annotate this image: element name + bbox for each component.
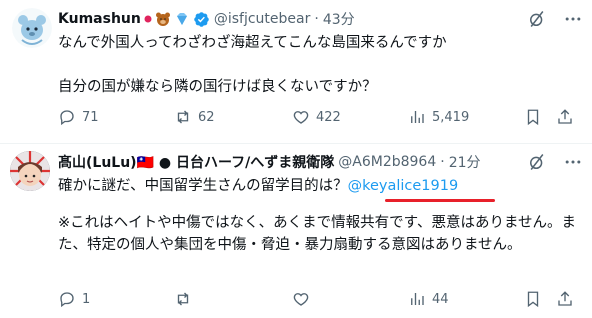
avatar[interactable] bbox=[12, 8, 52, 48]
more-options-icon[interactable] bbox=[563, 9, 583, 29]
like-count: 422 bbox=[316, 109, 341, 125]
share-button[interactable] bbox=[556, 290, 574, 308]
share-icon bbox=[558, 109, 572, 124]
views-button[interactable]: 44 bbox=[408, 290, 449, 308]
views-count: 5,419 bbox=[432, 109, 470, 125]
tweet-header: Kumashun @isfjcutebear · 43分 bbox=[58, 9, 522, 29]
views-chart-icon bbox=[411, 111, 424, 123]
separator-dot: · bbox=[440, 154, 445, 170]
display-name[interactable]: 髙山(LuLu)🇹🇼 ● 日台ハーフ/へずま親衛隊 bbox=[58, 152, 334, 172]
reply-count: 71 bbox=[82, 109, 99, 125]
red-underline-annotation bbox=[385, 199, 495, 202]
tweet-disclaimer-paragraph: ※これはヘイトや中傷ではなく、あくまで情報共有です、悪意はありません。また、特定… bbox=[58, 215, 577, 253]
tweet-text-line-1: 確かに謎だ、中国留学生さんの留学目的は？@keyalice1919 bbox=[58, 175, 580, 197]
reply-icon bbox=[60, 110, 74, 126]
gem-emoji-icon bbox=[174, 11, 190, 27]
repost-icon bbox=[177, 110, 189, 124]
bookmark-button[interactable] bbox=[524, 108, 542, 126]
separator-dot: · bbox=[314, 11, 319, 27]
share-button[interactable] bbox=[556, 108, 574, 126]
heart-icon bbox=[293, 293, 309, 306]
timestamp[interactable]: 21分 bbox=[449, 152, 481, 172]
tweet-text-line-1: なんで外国人ってわざわざ海超えてこんな島国来るんですか bbox=[58, 35, 447, 51]
mention-link[interactable]: @keyalice1919 bbox=[348, 178, 459, 194]
user-handle[interactable]: @A6M2b8964 bbox=[338, 154, 436, 170]
repost-button[interactable] bbox=[174, 290, 192, 308]
avatar[interactable] bbox=[10, 151, 50, 191]
tweet-header: 髙山(LuLu)🇹🇼 ● 日台ハーフ/へずま親衛隊 @A6M2b8964 · 2… bbox=[58, 152, 522, 172]
bookmark-button[interactable] bbox=[524, 290, 542, 308]
user-handle[interactable]: @isfjcutebear bbox=[214, 11, 311, 27]
like-button[interactable]: 422 bbox=[292, 108, 341, 126]
repost-count: 62 bbox=[198, 109, 215, 125]
reply-count: 1 bbox=[82, 291, 91, 307]
reply-button[interactable]: 71 bbox=[58, 108, 99, 126]
bear-emoji-icon bbox=[155, 11, 171, 27]
reply-button[interactable]: 1 bbox=[58, 290, 90, 308]
grok-icon[interactable] bbox=[527, 152, 547, 172]
timestamp[interactable]: 43分 bbox=[323, 9, 355, 29]
tweet-actions: 71 62 422 5,419 bbox=[58, 108, 580, 128]
verified-badge-icon bbox=[193, 11, 210, 28]
tweet-1[interactable]: Kumashun @isfjcutebear · 43分 なんで外国人ってわざわ… bbox=[0, 0, 592, 143]
repost-button[interactable]: 62 bbox=[174, 108, 215, 126]
grok-icon[interactable] bbox=[527, 9, 547, 29]
share-icon bbox=[558, 291, 572, 306]
views-button[interactable]: 5,419 bbox=[408, 108, 469, 126]
repost-icon bbox=[177, 292, 189, 306]
reply-icon bbox=[60, 292, 74, 308]
tweet-actions: 1 44 bbox=[58, 290, 580, 310]
display-name[interactable]: Kumashun bbox=[58, 11, 141, 27]
tweet-text: 確かに謎だ、中国留学生さんの留学目的は？ bbox=[58, 178, 348, 194]
more-options-icon[interactable] bbox=[563, 152, 583, 172]
views-chart-icon bbox=[411, 293, 424, 305]
heart-icon bbox=[293, 111, 309, 124]
red-dot-icon bbox=[144, 15, 152, 23]
like-button[interactable] bbox=[292, 290, 310, 308]
bookmark-icon bbox=[527, 291, 539, 308]
views-count: 44 bbox=[432, 291, 449, 307]
bookmark-icon bbox=[527, 109, 539, 126]
tweet-text-line-2: 自分の国が嫌なら隣の国行けば良くないですか？ bbox=[58, 79, 377, 95]
